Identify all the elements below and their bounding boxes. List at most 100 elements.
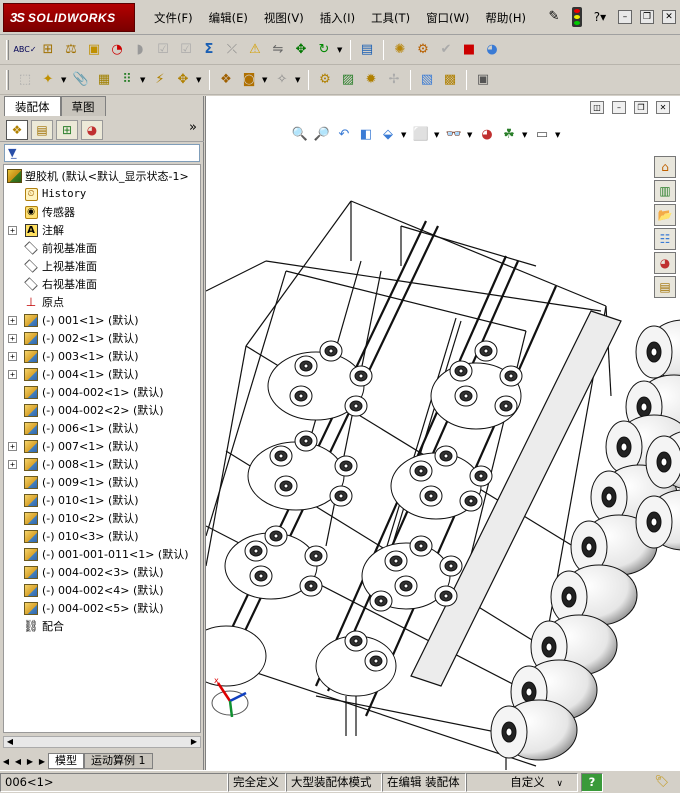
tree-item-component[interactable]: (-) 010<3> (默认)	[4, 527, 200, 545]
next-tab-icon[interactable]: ▶	[24, 757, 36, 766]
menu-file[interactable]: 文件(F)	[146, 8, 201, 28]
display-style-icon[interactable]: ⬜	[412, 126, 430, 144]
tree-item-component[interactable]: (-) 004-002<5> (默认)	[4, 599, 200, 617]
expand-icon[interactable]: +	[8, 351, 17, 361]
tree-item-sensors[interactable]: ◉ 传感器	[4, 203, 200, 221]
custom-properties-icon[interactable]: ▤	[654, 276, 676, 298]
tree-item-history[interactable]: ⏲ History	[4, 185, 200, 203]
tree-item-component[interactable]: + (-) 007<1> (默认)	[4, 437, 200, 455]
performance-icon[interactable]: ◔	[107, 40, 127, 60]
tag-icon[interactable]: 🏷	[603, 773, 673, 792]
color-cube-icon[interactable]: ■	[459, 40, 479, 60]
hide-show-icon[interactable]: 👓	[445, 126, 463, 144]
tree-filter[interactable]: ▼̲	[4, 144, 200, 162]
menu-help[interactable]: 帮助(H)	[477, 8, 534, 28]
close-button[interactable]: ✕	[662, 10, 676, 24]
rebuild-traffic-light-icon[interactable]	[572, 7, 582, 27]
dropdown-arrow-icon[interactable]: ▼	[467, 131, 474, 139]
dropdown-arrow-icon[interactable]: ▼	[196, 76, 203, 84]
instant3d-icon[interactable]: ▣	[473, 70, 493, 90]
rotate-check-icon[interactable]: ↻	[314, 40, 334, 60]
property-manager-icon[interactable]: ▤	[31, 119, 53, 140]
tree-item-component[interactable]: (-) 004-002<3> (默认)	[4, 563, 200, 581]
tree-item-component[interactable]: (-) 006<1> (默认)	[4, 419, 200, 437]
warning-icon[interactable]: ⚠	[245, 40, 265, 60]
first-tab-icon[interactable]: ◀	[0, 757, 12, 766]
dropdown-arrow-icon[interactable]: ▼	[434, 131, 441, 139]
reference-geometry-icon[interactable]: ✧	[272, 70, 292, 90]
filter-icon[interactable]: ▼̲	[8, 146, 16, 159]
new-part-icon[interactable]: ✦	[38, 70, 58, 90]
section-properties-icon[interactable]: ▣	[84, 40, 104, 60]
menu-window[interactable]: 窗口(W)	[418, 8, 477, 28]
solidworks-logo[interactable]: 3S SOLIDWORKS	[3, 3, 135, 32]
tab-sketch[interactable]: 草图	[60, 96, 106, 116]
feature-icon[interactable]: ✺	[390, 40, 410, 60]
machine-model[interactable]	[206, 96, 680, 770]
appearances-icon[interactable]: ◕	[654, 252, 676, 274]
dropdown-arrow-icon[interactable]: ▼	[262, 76, 269, 84]
tree-item-component[interactable]: (-) 004-002<2> (默认)	[4, 401, 200, 419]
tab-model[interactable]: 模型	[48, 753, 84, 769]
last-tab-icon[interactable]: ▶	[36, 757, 48, 766]
expand-icon[interactable]: +	[8, 225, 17, 235]
scroll-right-icon[interactable]: ▶	[188, 737, 200, 747]
viewport-close-icon[interactable]: ✕	[656, 101, 670, 114]
tree-item-mates[interactable]: ⛓ 配合	[4, 617, 200, 635]
bom-icon[interactable]: ⚙	[315, 70, 335, 90]
clearance-icon[interactable]: ▧	[417, 70, 437, 90]
tab-assembly[interactable]: 装配体	[4, 96, 61, 116]
feature-manager-icon[interactable]: ❖	[6, 119, 28, 140]
toolbar-grip[interactable]	[6, 39, 9, 60]
table-check-icon[interactable]: ▤	[357, 40, 377, 60]
show-hidden-icon[interactable]: ❖	[216, 70, 236, 90]
gear-icon[interactable]: ⚙	[413, 40, 433, 60]
dropdown-arrow-icon[interactable]: ▼	[522, 131, 529, 139]
panel-more-icon[interactable]: »	[189, 120, 197, 135]
tree-item-component[interactable]: (-) 010<1> (默认)	[4, 491, 200, 509]
compare-icon[interactable]: ⇋	[268, 40, 288, 60]
paperclip-icon[interactable]: 📎	[71, 70, 91, 90]
menu-edit[interactable]: 编辑(E)	[201, 8, 256, 28]
display-manager-icon[interactable]: ◕	[81, 119, 103, 140]
expand-icon[interactable]: +	[8, 369, 17, 379]
previous-view-icon[interactable]: ↶	[335, 126, 353, 144]
move-component-icon[interactable]: ✥	[173, 70, 193, 90]
view-orientation-icon[interactable]: ⬙	[379, 126, 397, 144]
explode-line-icon[interactable]: ✹	[361, 70, 381, 90]
dropdown-arrow-icon[interactable]: ▼	[61, 76, 68, 84]
deviation-icon[interactable]: ⤫	[222, 40, 242, 60]
zoom-to-area-icon[interactable]: 🔎	[313, 126, 331, 144]
tree-item-front-plane[interactable]: 前视基准面	[4, 239, 200, 257]
dropdown-arrow-icon[interactable]: ▼	[140, 76, 147, 84]
design-library-icon[interactable]: ▥	[654, 180, 676, 202]
dropdown-arrow-icon[interactable]: ▼	[555, 131, 562, 139]
tree-item-component[interactable]: + (-) 008<1> (默认)	[4, 455, 200, 473]
file-explorer-icon[interactable]: 📂	[654, 204, 676, 226]
expand-icon[interactable]: +	[8, 459, 17, 469]
view-palette-icon[interactable]: ☷	[654, 228, 676, 250]
pattern-icon[interactable]: ▦	[94, 70, 114, 90]
scroll-left-icon[interactable]: ◀	[4, 737, 16, 747]
prev-tab-icon[interactable]: ◀	[12, 757, 24, 766]
tree-item-right-plane[interactable]: 右视基准面	[4, 275, 200, 293]
expand-icon[interactable]: +	[8, 315, 17, 325]
exploded-view-icon[interactable]: ▨	[338, 70, 358, 90]
appearance-icon[interactable]: ◕	[482, 40, 502, 60]
tree-item-component[interactable]: + (-) 002<1> (默认)	[4, 329, 200, 347]
viewport-minimize-icon[interactable]: –	[612, 101, 626, 114]
linear-pattern-icon[interactable]: ⠿	[117, 70, 137, 90]
assembly-features-icon[interactable]: ◙	[239, 70, 259, 90]
tree-item-component[interactable]: (-) 001-001-011<1> (默认)	[4, 545, 200, 563]
spell-check-icon[interactable]: ABC✓	[13, 40, 36, 60]
tree-root[interactable]: 塑胶机 (默认<默认_显示状态-1>	[4, 167, 200, 185]
tree-item-origin[interactable]: ⊥ 原点	[4, 293, 200, 311]
menu-insert[interactable]: 插入(I)	[312, 8, 363, 28]
restore-button[interactable]: ❐	[640, 10, 654, 24]
help-icon[interactable]: ?▾	[590, 7, 610, 27]
expand-icon[interactable]: +	[8, 441, 17, 451]
tree-item-annotations[interactable]: + A 注解	[4, 221, 200, 239]
sum-icon[interactable]: Σ	[199, 40, 219, 60]
tree-item-top-plane[interactable]: 上视基准面	[4, 257, 200, 275]
pin-icon[interactable]: ✎	[544, 7, 564, 27]
